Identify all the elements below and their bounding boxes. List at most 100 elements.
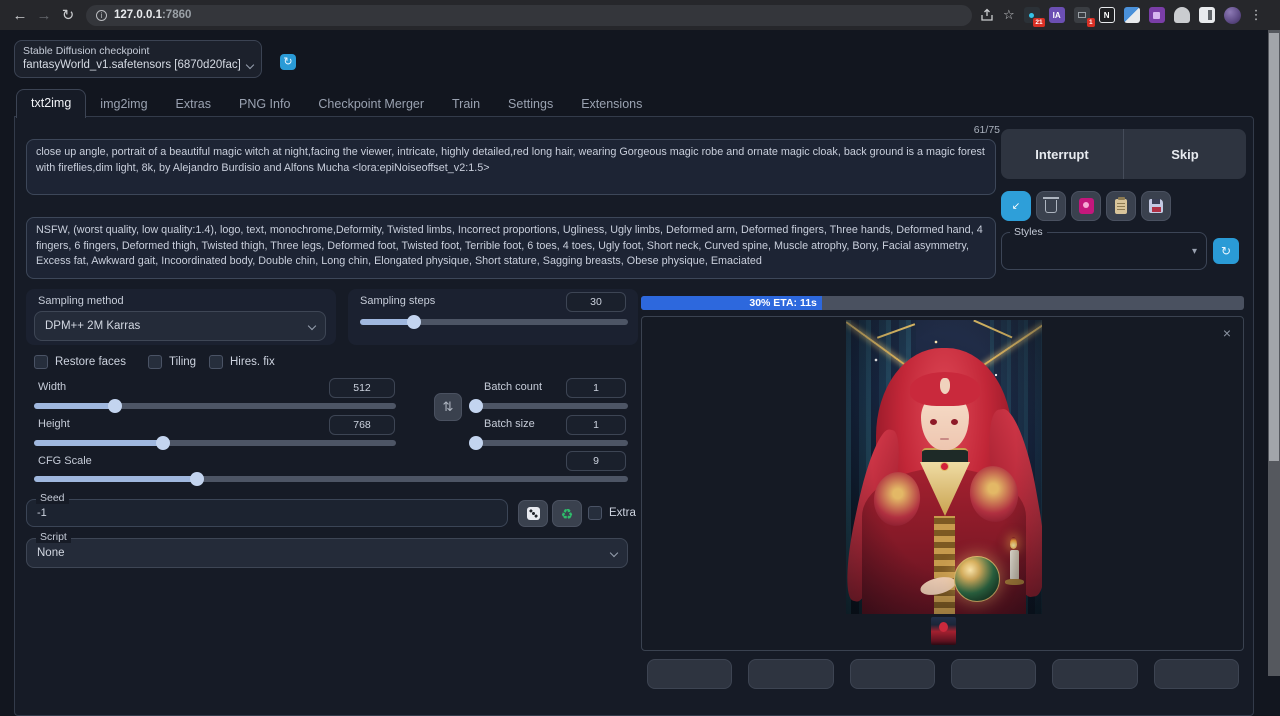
progress-fill: 30% ETA: 11s	[641, 296, 822, 310]
sampling-method-select[interactable]: DPM++ 2M Karras	[34, 311, 326, 341]
seed-extra-checkbox[interactable]	[588, 506, 602, 520]
share-icon[interactable]	[980, 8, 994, 22]
seed-extra-label: Extra	[609, 507, 636, 519]
windows-extension-icon[interactable]	[1124, 7, 1140, 23]
ia-extension-icon[interactable]: IA	[1049, 7, 1065, 23]
refresh-checkpoints-button[interactable]: ↻	[280, 54, 296, 70]
swap-dimensions-button[interactable]: ⇅	[434, 393, 462, 421]
gallery-action-button[interactable]	[1154, 659, 1239, 689]
gallery-action-button[interactable]	[1052, 659, 1137, 689]
sampling-steps-label: Sampling steps	[360, 295, 435, 307]
batch-size-input[interactable]: 1	[566, 415, 626, 435]
checkpoint-label: Stable Diffusion checkpoint	[23, 45, 253, 57]
notion-extension-icon[interactable]: N	[1099, 7, 1115, 23]
cfg-scale-input[interactable]: 9	[566, 451, 626, 471]
skip-button[interactable]: Skip	[1124, 129, 1246, 179]
extra-networks-button[interactable]	[1071, 191, 1101, 221]
tab-png-info[interactable]: PNG Info	[225, 91, 304, 118]
tab-img2img[interactable]: img2img	[86, 91, 161, 118]
pin-extension-badge: 21	[1033, 18, 1044, 27]
height-slider[interactable]	[34, 436, 396, 450]
page-scrollbar[interactable]	[1268, 30, 1280, 676]
sampling-method-value: DPM++ 2M Karras	[45, 320, 303, 332]
back-icon[interactable]: ←	[8, 7, 32, 24]
negative-prompt-textarea[interactable]: NSFW, (worst quality, low quality:1.4), …	[26, 217, 996, 279]
gallery-action-button[interactable]	[951, 659, 1036, 689]
txt2img-panel: 61/75 close up angle, portrait of a beau…	[14, 116, 1254, 716]
forward-icon[interactable]: →	[32, 7, 56, 24]
prompt-token-counter: 61/75	[940, 124, 1000, 136]
gallery-thumbnail[interactable]	[931, 617, 956, 645]
floppy-disk-icon	[1149, 199, 1163, 213]
url-host: 127.0.0.1	[114, 9, 162, 21]
gallery-action-button[interactable]	[647, 659, 732, 689]
checkpoint-dropdown[interactable]: Stable Diffusion checkpoint fantasyWorld…	[14, 40, 262, 78]
tiling-option[interactable]: Tiling	[148, 355, 196, 369]
trash-icon	[1045, 200, 1057, 213]
random-seed-button[interactable]	[518, 500, 548, 527]
image-gallery: ×	[641, 316, 1244, 651]
restore-faces-option[interactable]: Restore faces	[34, 355, 126, 369]
width-label: Width	[38, 381, 66, 393]
close-preview-icon[interactable]: ×	[1223, 325, 1231, 341]
batch-count-input[interactable]: 1	[566, 378, 626, 398]
tiling-checkbox[interactable]	[148, 355, 162, 369]
paste-generation-params-button[interactable]: ↙	[1001, 191, 1031, 221]
site-info-icon[interactable]: i	[96, 10, 107, 21]
tab-extras[interactable]: Extras	[162, 91, 225, 118]
sampling-steps-input[interactable]: 30	[566, 292, 626, 312]
styles-label: Styles	[1010, 226, 1047, 238]
batch-size-slider[interactable]	[474, 436, 628, 450]
width-slider[interactable]	[34, 399, 396, 413]
chevron-down-icon	[610, 549, 618, 557]
width-input[interactable]: 512	[329, 378, 395, 398]
cfg-scale-slider[interactable]	[34, 472, 628, 486]
scrollbar-thumb[interactable]	[1269, 33, 1279, 461]
restore-faces-checkbox[interactable]	[34, 355, 48, 369]
tab-extensions[interactable]: Extensions	[567, 91, 656, 118]
save-style-button[interactable]	[1141, 191, 1171, 221]
refresh-styles-button[interactable]: ↻	[1213, 238, 1239, 264]
seed-input[interactable]: -1	[26, 499, 508, 527]
hires-fix-option[interactable]: Hires. fix	[209, 355, 275, 369]
tab-settings[interactable]: Settings	[494, 91, 567, 118]
tab-txt2img[interactable]: txt2img	[16, 89, 86, 118]
restore-faces-label: Restore faces	[55, 356, 126, 368]
script-select[interactable]: None	[26, 538, 628, 568]
sidebar-extension-icon[interactable]	[1199, 7, 1215, 23]
seed-extra-option[interactable]: Extra	[588, 506, 636, 520]
browser-actions: ☆ 21 IA 1 N ⋮	[980, 7, 1267, 24]
pin-extension-icon[interactable]: 21	[1024, 7, 1040, 23]
browser-menu-icon[interactable]: ⋮	[1250, 7, 1263, 23]
capture-extension-icon[interactable]: 1	[1074, 7, 1090, 23]
height-input[interactable]: 768	[329, 415, 395, 435]
address-bar[interactable]: i 127.0.0.1 :7860	[86, 5, 972, 26]
sampling-steps-slider[interactable]	[360, 315, 628, 329]
puzzle-extensions-icon[interactable]	[1174, 7, 1190, 23]
tab-bar: txt2img img2img Extras PNG Info Checkpoi…	[16, 89, 656, 118]
prompt-textarea[interactable]: close up angle, portrait of a beautiful …	[26, 139, 996, 195]
reuse-seed-button[interactable]: ♻	[552, 500, 582, 527]
clear-prompt-button[interactable]	[1036, 191, 1066, 221]
script-label: Script	[36, 531, 71, 543]
dice-icon	[527, 507, 540, 520]
apply-styles-button[interactable]	[1106, 191, 1136, 221]
script-value: None	[37, 547, 605, 559]
reload-icon[interactable]: ↻	[56, 6, 80, 24]
seed-label: Seed	[36, 492, 69, 504]
profile-avatar[interactable]	[1224, 7, 1241, 24]
styles-dropdown[interactable]: Styles ▾	[1001, 232, 1207, 270]
tab-train[interactable]: Train	[438, 91, 494, 118]
office-extension-icon[interactable]	[1149, 7, 1165, 23]
bookmark-star-icon[interactable]: ☆	[1003, 7, 1015, 23]
hires-fix-label: Hires. fix	[230, 356, 275, 368]
interrupt-button[interactable]: Interrupt	[1001, 129, 1124, 179]
generated-image-preview[interactable]	[846, 320, 1042, 614]
generation-progress-bar: 30% ETA: 11s	[641, 296, 1244, 310]
batch-count-slider[interactable]	[474, 399, 628, 413]
tab-checkpoint-merger[interactable]: Checkpoint Merger	[304, 91, 438, 118]
gallery-action-button[interactable]	[748, 659, 833, 689]
gallery-action-button[interactable]	[850, 659, 935, 689]
browser-toolbar: ← → ↻ i 127.0.0.1 :7860 ☆ 21 IA 1 N ⋮	[0, 0, 1280, 30]
hires-fix-checkbox[interactable]	[209, 355, 223, 369]
